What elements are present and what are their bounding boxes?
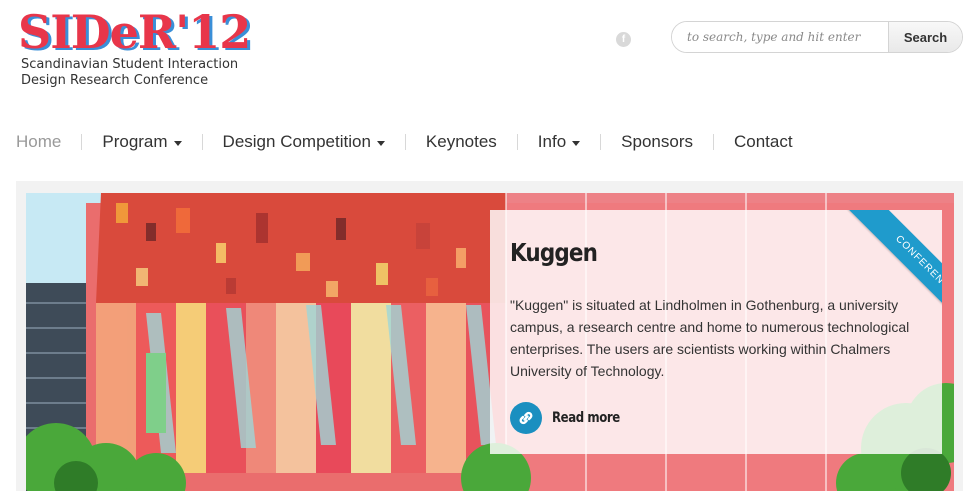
link-icon[interactable] xyxy=(510,402,542,434)
search-input[interactable] xyxy=(672,22,888,52)
nav-label: Home xyxy=(16,132,62,151)
logo-text: SIDeR'12 xyxy=(18,5,251,59)
caret-down-icon xyxy=(572,140,581,146)
slide-description: "Kuggen" is situated at Lindholmen in Go… xyxy=(510,297,910,379)
logo-subtitle: Scandinavian Student Interaction Design … xyxy=(21,57,261,89)
caret-down-icon xyxy=(376,140,385,146)
hero-caption-box: Kuggen "Kuggen" is situated at Lindholme… xyxy=(490,210,942,454)
nav-divider xyxy=(712,134,714,150)
logo-subtitle-line1: Scandinavian Student Interaction xyxy=(21,57,239,72)
nav-divider xyxy=(404,134,406,150)
nav-item-home[interactable]: Home xyxy=(16,132,61,152)
nav-label: Contact xyxy=(733,132,793,151)
nav-label: Keynotes xyxy=(425,132,497,151)
search-form: Search xyxy=(671,21,963,53)
nav-item-contact[interactable]: Contact xyxy=(734,132,793,152)
nav-divider xyxy=(201,134,203,150)
search-button[interactable]: Search xyxy=(888,22,962,52)
caret-down-icon xyxy=(173,140,182,146)
logo-subtitle-line2: Design Research Conference xyxy=(21,73,209,88)
nav-item-info[interactable]: Info xyxy=(537,132,581,152)
nav-divider xyxy=(600,134,602,150)
nav-label: Info xyxy=(537,132,567,151)
read-more-label: Read more xyxy=(552,410,620,426)
read-more-link[interactable]: Read more xyxy=(510,402,633,434)
nav-label: Program xyxy=(102,132,168,151)
nav-label: Design Competition xyxy=(222,132,371,151)
facebook-icon[interactable]: f xyxy=(616,32,631,47)
nav-label: Sponsors xyxy=(621,132,693,151)
nav-item-program[interactable]: Program xyxy=(102,132,182,152)
nav-item-keynotes[interactable]: Keynotes xyxy=(426,132,497,152)
nav-divider xyxy=(516,134,518,150)
main-nav: Home Program Design Competition Keynotes… xyxy=(16,131,793,153)
nav-item-design-competition[interactable]: Design Competition xyxy=(223,132,385,152)
slide-title[interactable]: Kuggen xyxy=(510,238,598,267)
site-logo[interactable]: SIDeR'12 Scandinavian Student Interactio… xyxy=(18,8,261,89)
nav-item-sponsors[interactable]: Sponsors xyxy=(621,132,693,152)
nav-divider xyxy=(81,134,83,150)
